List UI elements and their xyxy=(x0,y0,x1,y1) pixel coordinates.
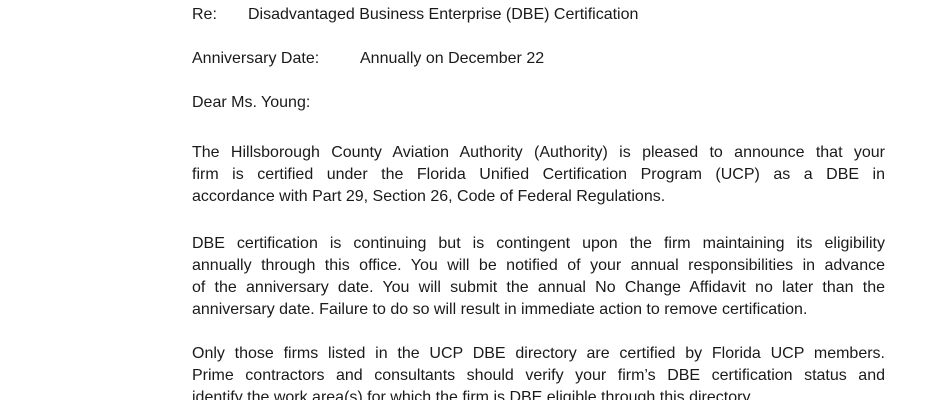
paragraph-ucp-directory: Only those firms listed in the UCP DBE d… xyxy=(192,343,885,400)
anniversary-date-label: Anniversary Date: xyxy=(192,50,320,67)
paragraph-line: annually through this office. You will b… xyxy=(192,257,885,274)
subject-text: Disadvantaged Business Enterprise (DBE) … xyxy=(248,6,639,23)
paragraph-line: DBE certification is continuing but is c… xyxy=(192,235,885,252)
paragraph-continuing-eligibility: DBE certification is continuing but is c… xyxy=(192,233,885,321)
anniversary-date-line: Anniversary Date: Annually on December 22 xyxy=(192,48,544,70)
anniversary-date-value: Annually on December 22 xyxy=(360,50,545,67)
paragraph-line: of the anniversary date. You will submit… xyxy=(192,279,885,296)
paragraph-line: firm is certified under the Florida Unif… xyxy=(192,166,885,183)
paragraph-line: The Hillsborough County Aviation Authori… xyxy=(192,144,885,161)
salutation: Dear Ms. Young: xyxy=(192,94,311,111)
letter-page: Re: Disadvantaged Business Enterprise (DB… xyxy=(0,0,940,400)
paragraph-line: anniversary date. Failure to do so will … xyxy=(192,301,808,318)
paragraph-line: identify the work area(s) for which the … xyxy=(192,389,754,400)
subject-line: Re: Disadvantaged Business Enterprise (DB… xyxy=(192,4,638,26)
paragraph-certification-announcement: The Hillsborough County Aviation Authori… xyxy=(192,142,885,208)
subject-label: Re: xyxy=(192,6,217,23)
paragraph-line: Only those firms listed in the UCP DBE d… xyxy=(192,345,885,362)
paragraph-line: accordance with Part 29, Section 26, Cod… xyxy=(192,188,666,205)
paragraph-line: Prime contractors and consultants should… xyxy=(192,367,885,384)
